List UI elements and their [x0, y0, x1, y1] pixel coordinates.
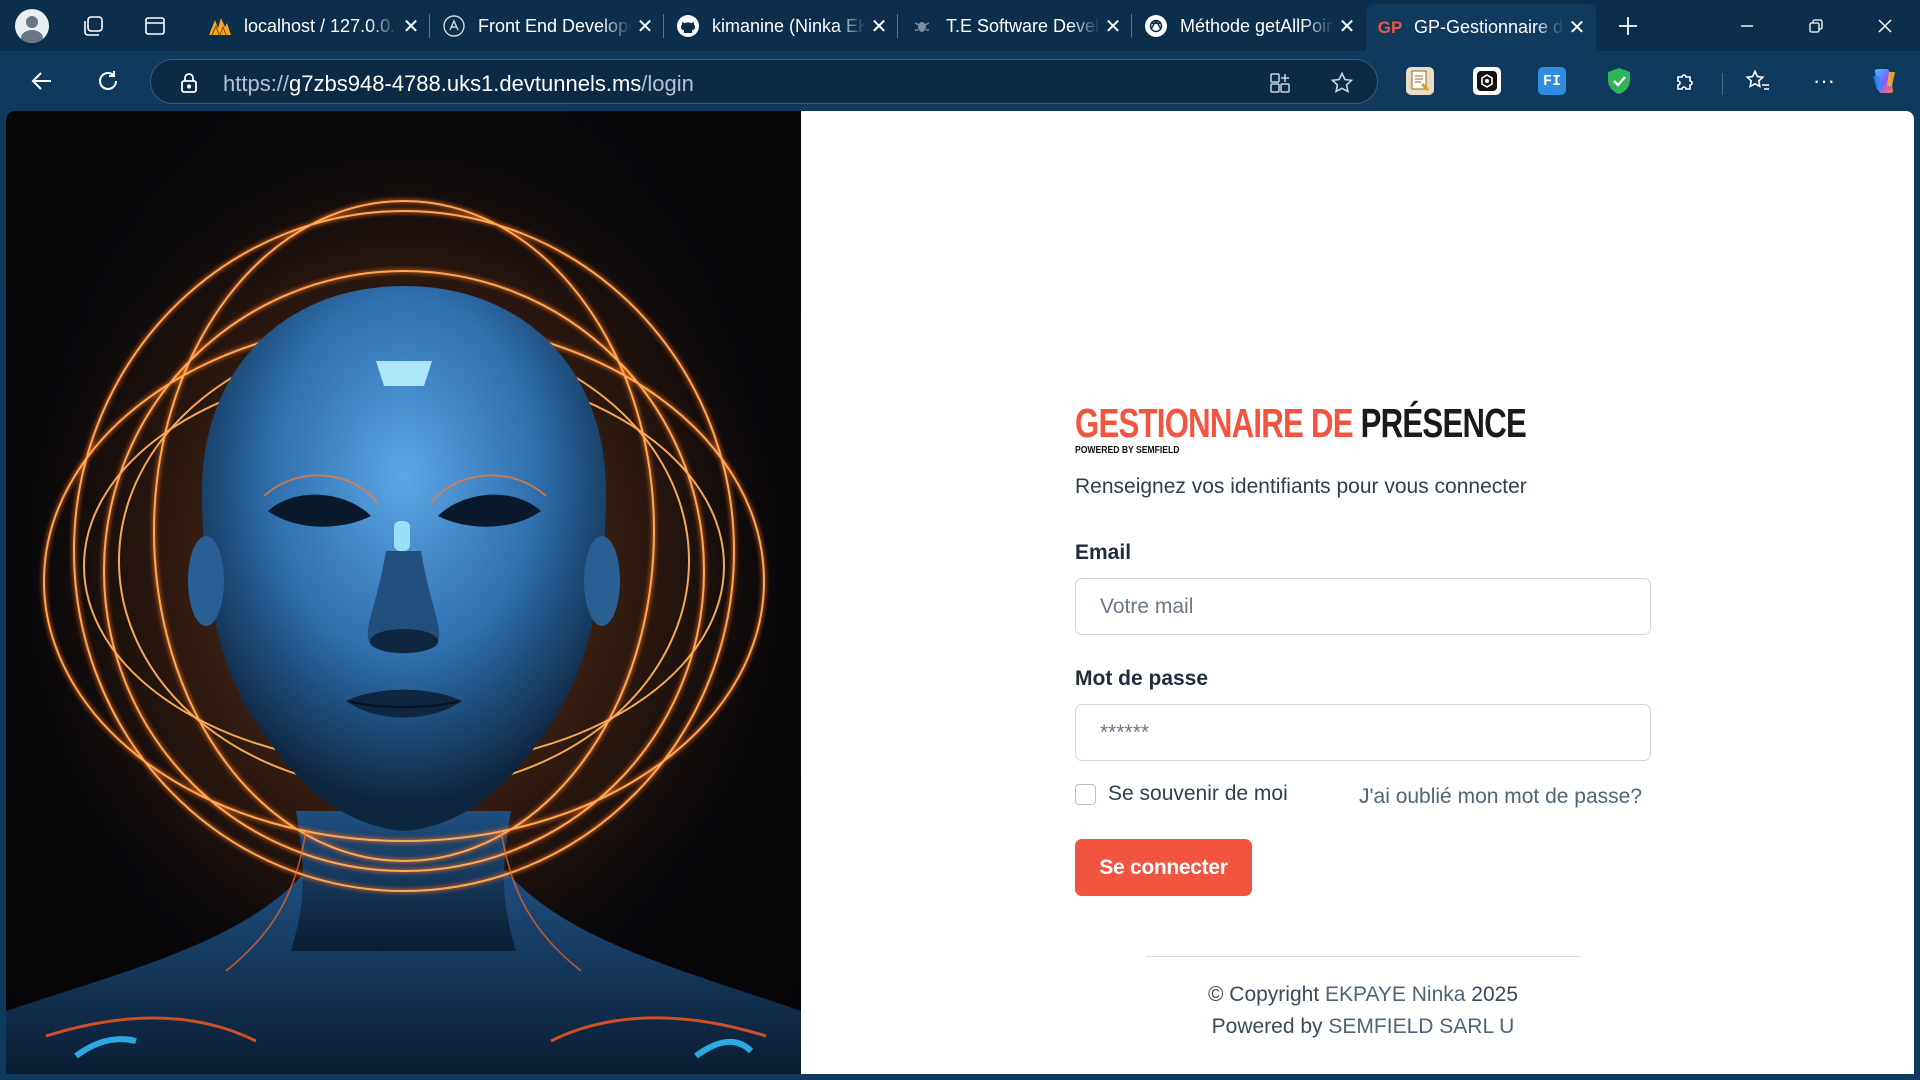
close-window-button[interactable] — [1854, 0, 1916, 51]
puzzle-icon — [1677, 74, 1693, 90]
tab-github[interactable]: kimanine (Ninka EKPAYE) ✕ — [664, 6, 898, 46]
tab-localhost[interactable]: localhost / 127.0.0.1 ✕ — [196, 6, 430, 46]
more-dots-icon: ··· — [1813, 68, 1835, 93]
forgot-password-link[interactable]: J'ai oublié mon mot de passe? — [1359, 785, 1642, 809]
tab-gp-gestionnaire[interactable]: GP GP-Gestionnaire de présence ✕ — [1366, 4, 1596, 51]
restore-button[interactable] — [1785, 0, 1847, 51]
login-subtitle: Renseignez vos identifiants pour vous co… — [1075, 475, 1527, 498]
minimize-button[interactable] — [1716, 0, 1778, 51]
remember-me-label: Se souvenir de moi — [1108, 782, 1288, 805]
email-label: Email — [1075, 541, 1132, 564]
password-label: Mot de passe — [1075, 667, 1209, 690]
close-tab-icon[interactable]: ✕ — [866, 14, 892, 39]
refresh-icon — [99, 71, 117, 90]
close-tab-icon[interactable]: ✕ — [1100, 14, 1126, 39]
tab-actions-icon — [145, 17, 165, 35]
favorite-star-icon[interactable] — [1329, 70, 1355, 96]
browser-tab-strip: localhost / 127.0.0.1 ✕ Front End Develo… — [0, 0, 1920, 51]
back-arrow-icon — [31, 72, 51, 90]
remember-me-checkbox[interactable] — [1075, 783, 1096, 805]
close-tab-icon[interactable]: ✕ — [632, 14, 658, 39]
browser-toolbar: https://g7zbs948-4788.uks1.devtunnels.ms… — [0, 51, 1920, 109]
tab-software-developer[interactable]: T.E Software Developer ✕ — [898, 6, 1132, 46]
devtools-extension-icon[interactable] — [1473, 67, 1501, 95]
app-available-icon[interactable] — [1267, 70, 1293, 96]
notes-extension-icon[interactable] — [1406, 67, 1434, 95]
plus-icon — [1619, 17, 1637, 35]
close-tab-icon[interactable]: ✕ — [1564, 15, 1590, 40]
author-name: EKPAYE Ninka — [1325, 983, 1466, 1006]
footer-copyright: © Copyright EKPAYE Ninka 2025 — [1207, 983, 1519, 1006]
gp-favicon: GP — [1377, 17, 1403, 37]
footer-divider — [1146, 956, 1580, 957]
phpmyadmin-icon — [208, 14, 232, 38]
copilot-icon — [1873, 69, 1895, 93]
address-bar[interactable]: https://g7zbs948-4788.uks1.devtunnels.ms… — [150, 59, 1378, 104]
shield-extension-icon[interactable] — [1605, 67, 1633, 95]
bug-icon — [910, 14, 934, 38]
email-input[interactable] — [1075, 578, 1651, 635]
footer-powered-by: Powered by SEMFIELD SARL U — [1211, 1015, 1515, 1038]
minimize-icon — [1741, 24, 1753, 27]
workspaces-icon — [84, 16, 103, 36]
tab-title: Méthode getAllPointages — [1180, 15, 1334, 36]
remember-me[interactable]: Se souvenir de moi — [1075, 782, 1288, 806]
tab-title: Front End Developer — [478, 15, 632, 36]
favorites-button[interactable] — [1740, 63, 1776, 99]
restore-icon — [1809, 18, 1823, 33]
extensions-button[interactable] — [1668, 63, 1704, 99]
password-input[interactable] — [1075, 704, 1651, 761]
favorites-list-icon — [1745, 69, 1769, 90]
tab-title: T.E Software Developer — [946, 15, 1100, 36]
url-text[interactable]: https://g7zbs948-4788.uks1.devtunnels.ms… — [223, 71, 694, 97]
tab-title: localhost / 127.0.0.1 — [244, 15, 398, 36]
copilot-button[interactable] — [1866, 63, 1902, 99]
tab-methode-getallpointages[interactable]: Méthode getAllPointages ✕ — [1132, 6, 1366, 46]
profile-button[interactable] — [14, 8, 50, 44]
refresh-button[interactable] — [90, 63, 126, 99]
close-tab-icon[interactable]: ✕ — [1334, 14, 1360, 39]
settings-more-button[interactable]: ··· — [1806, 63, 1842, 99]
tab-front-end-developer[interactable]: Front End Developer ✕ — [430, 6, 664, 46]
company-name: SEMFIELD SARL U — [1328, 1015, 1515, 1038]
back-button[interactable] — [24, 63, 60, 99]
login-button[interactable]: Se connecter — [1075, 839, 1252, 896]
hero-image — [6, 111, 801, 1074]
vertical-tabs-button[interactable] — [137, 8, 173, 44]
new-tab-button[interactable] — [1610, 8, 1646, 44]
page-viewport: GESTIONNAIRE DE PRÉSENCE POWERED BY SEMF… — [6, 111, 1914, 1074]
tab-title: GP-Gestionnaire de présence — [1414, 17, 1564, 37]
logo-title-red: GESTIONNAIRE DE — [1075, 400, 1353, 446]
github-icon — [676, 14, 700, 38]
profile-avatar-icon — [15, 9, 49, 43]
close-icon — [1878, 18, 1892, 33]
lock-icon[interactable] — [179, 72, 199, 99]
openai-icon — [1144, 14, 1168, 38]
fi-extension-icon[interactable]: FI — [1538, 67, 1566, 95]
logo-tagline: POWERED BY SEMFIELD — [1075, 445, 1180, 456]
tab-title: kimanine (Ninka EKPAYE) — [712, 15, 866, 36]
app-logo: GESTIONNAIRE DE PRÉSENCE POWERED BY SEMF… — [1075, 400, 1668, 456]
close-tab-icon[interactable]: ✕ — [398, 14, 424, 39]
angular-icon — [442, 14, 466, 38]
logo-title-dark: PRÉSENCE — [1360, 400, 1527, 446]
workspaces-button[interactable] — [75, 8, 111, 44]
ai-face-illustration — [6, 151, 801, 1074]
